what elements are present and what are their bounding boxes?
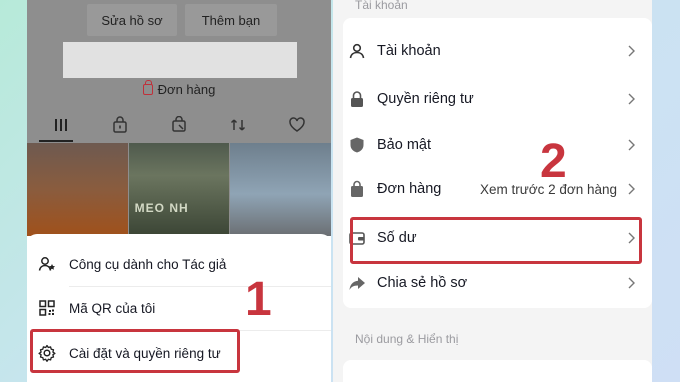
settings-card [343, 360, 652, 382]
settings-row-security[interactable]: Bảo mật [347, 123, 649, 167]
highlight-box-balance [350, 217, 642, 264]
profile-buttons: Sửa hồ sơ Thêm bạn [87, 4, 277, 36]
person-icon [347, 41, 367, 61]
settings-row-label: Bảo mật [377, 137, 431, 153]
orders-link[interactable]: Đơn hàng [27, 79, 331, 98]
profile-header-dimmed: Sửa hồ sơ Thêm bạn Đơn hàng MEO NH [27, 0, 331, 236]
highlight-box-settings [30, 329, 240, 373]
chevron-right-icon [625, 182, 639, 196]
settings-row-label: Đơn hàng [377, 181, 442, 197]
active-tab-indicator [39, 140, 73, 142]
video-thumbnail[interactable]: MEO NH [128, 143, 230, 236]
chevron-right-icon [625, 44, 639, 58]
left-phone-screen: Sửa hồ sơ Thêm bạn Đơn hàng MEO NH Công … [27, 0, 331, 382]
orders-link-label: Đơn hàng [157, 81, 216, 97]
section-label-account: Tài khoản [355, 0, 408, 12]
shield-icon [347, 135, 367, 155]
bio-placeholder [63, 42, 297, 78]
settings-row-share-profile[interactable]: Chia sẻ hồ sơ [347, 261, 649, 305]
settings-row-label: Tài khoản [377, 43, 441, 59]
lock-bag-icon[interactable] [109, 114, 131, 136]
grid-icon[interactable] [50, 114, 72, 136]
profile-tabs [27, 110, 331, 140]
chevron-right-icon [625, 138, 639, 152]
section-label-content-display: Nội dung & Hiển thị [355, 332, 459, 346]
menu-item-creator-tools[interactable]: Công cụ dành cho Tác giả [27, 242, 331, 286]
chevron-right-icon [625, 276, 639, 290]
qr-code-icon [37, 298, 57, 318]
share-arrow-icon [347, 273, 367, 293]
right-phone-screen: Tài khoản Tài khoản Quyền riêng tư Bảo m… [333, 0, 652, 382]
edit-profile-button[interactable]: Sửa hồ sơ [87, 4, 177, 36]
settings-row-label: Chia sẻ hồ sơ [377, 275, 468, 291]
creator-person-icon [37, 254, 57, 274]
menu-item-label: Mã QR của tôi [69, 300, 156, 316]
menu-item-label: Công cụ dành cho Tác giả [69, 256, 227, 272]
heart-icon[interactable] [286, 114, 308, 136]
video-thumbnails: MEO NH [27, 143, 331, 236]
lock-icon [347, 89, 367, 109]
video-thumbnail[interactable] [27, 143, 128, 236]
settings-row-account[interactable]: Tài khoản [347, 29, 649, 73]
settings-row-label: Quyền riêng tư [377, 91, 474, 107]
shopping-bag-icon [347, 179, 367, 199]
step-number-1: 1 [245, 273, 272, 326]
add-friends-button[interactable]: Thêm bạn [185, 4, 277, 36]
chevron-right-icon [625, 92, 639, 106]
step-number-2: 2 [540, 135, 567, 188]
shopping-bag-icon [142, 79, 153, 95]
repost-icon[interactable] [227, 114, 249, 136]
settings-row-privacy[interactable]: Quyền riêng tư [347, 77, 649, 121]
menu-item-qr-code[interactable]: Mã QR của tôi [27, 286, 331, 330]
shop-icon[interactable] [168, 114, 190, 136]
thumbnail-sign-text: MEO NH [134, 201, 189, 215]
settings-row-orders[interactable]: Đơn hàng Xem trước 2 đơn hàng [347, 167, 649, 211]
video-thumbnail[interactable] [230, 143, 331, 236]
